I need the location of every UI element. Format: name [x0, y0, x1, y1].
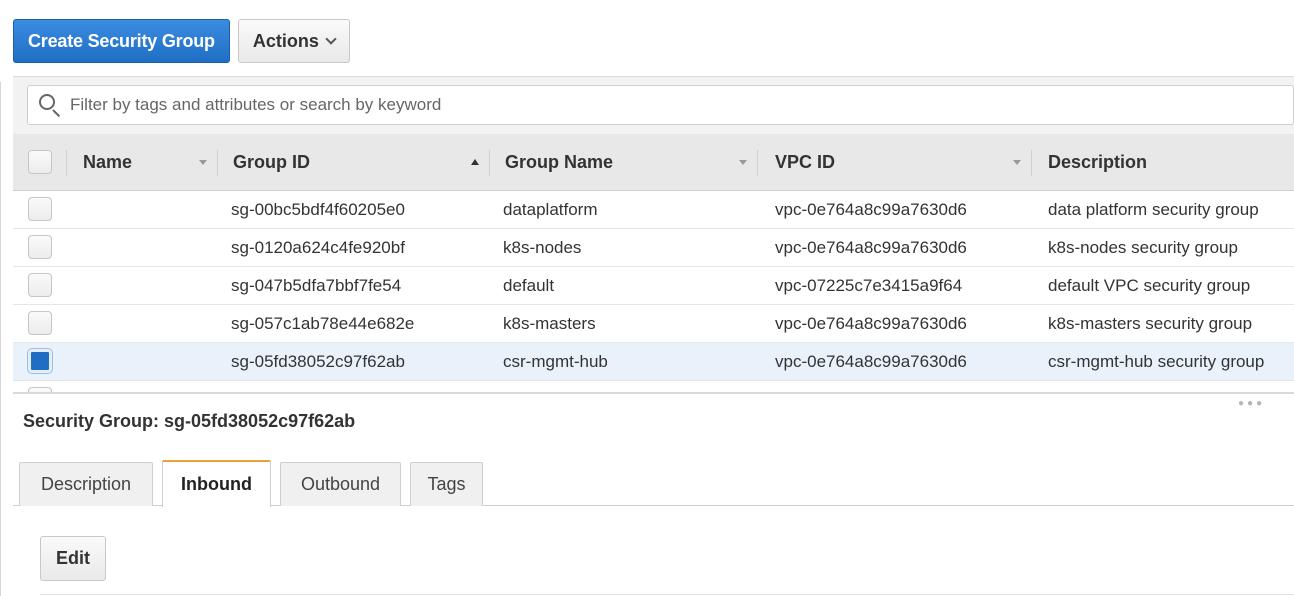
sort-icon[interactable] — [199, 160, 207, 165]
search-input[interactable] — [70, 95, 1270, 115]
cell-vpc-id: vpc-0e764a8c99a7630d6 — [775, 238, 967, 257]
filter-bar — [13, 76, 1294, 134]
row-checkbox[interactable] — [28, 197, 52, 221]
table-row[interactable]: sg-0120a624c4fe920bf k8s-nodes vpc-0e764a8… — [13, 229, 1294, 267]
pane-divider[interactable] — [13, 392, 1294, 394]
row-checkbox[interactable] — [28, 311, 52, 335]
column-header-description[interactable]: Description — [1048, 134, 1147, 191]
edit-button[interactable]: Edit — [40, 536, 106, 581]
cell-group-name: k8s-nodes — [503, 238, 582, 257]
sort-ascending-icon[interactable] — [471, 159, 479, 165]
cell-vpc-id: vpc-0e764a8c99a7630d6 — [775, 352, 967, 371]
cell-description: k8s-masters security group — [1048, 314, 1253, 333]
row-checkbox[interactable] — [28, 349, 52, 373]
cell-group-name: dataplatform — [503, 200, 598, 219]
tab-tags[interactable]: Tags — [410, 462, 483, 506]
left-edge — [0, 82, 1, 596]
cell-vpc-id: vpc-0e764a8c99a7630d6 — [775, 314, 967, 333]
cell-group-id: sg-057c1ab78e44e682e — [231, 314, 415, 333]
tab-inbound[interactable]: Inbound — [162, 460, 271, 507]
divider — [40, 594, 1294, 595]
toolbar: Create Security Group Actions — [13, 19, 350, 64]
tab-description[interactable]: Description — [19, 462, 153, 506]
resize-handle-icon[interactable]: ●●● — [1238, 398, 1265, 409]
cell-group-id: sg-00bc5bdf4f60205e0 — [231, 200, 405, 219]
security-group-title: Security Group: sg-05fd38052c97f62ab — [23, 411, 356, 431]
row-checkbox[interactable] — [28, 273, 52, 297]
cell-group-name: default — [503, 276, 555, 295]
detail-tabs: Description Inbound Outbound Tags — [13, 460, 1294, 507]
row-checkbox[interactable] — [28, 235, 52, 259]
sort-icon[interactable] — [1013, 160, 1021, 165]
cell-group-id: sg-047b5dfa7bbf7fe54 — [231, 276, 402, 295]
column-header-group-name[interactable]: Group Name — [505, 134, 613, 191]
cell-description: default VPC security group — [1048, 276, 1251, 295]
table-row[interactable]: sg-047b5dfa7bbf7fe54 default vpc-07225c7e3… — [13, 267, 1294, 305]
column-header-name[interactable]: Name — [83, 134, 132, 191]
sort-icon[interactable] — [739, 160, 747, 165]
cell-vpc-id: vpc-07225c7e3415a9f64 — [775, 276, 963, 295]
security-groups-table: Name Group ID Group Name VPC ID Descript… — [13, 134, 1294, 393]
cell-group-name: csr-mgmt-hub — [503, 352, 608, 371]
cell-description: k8s-nodes security group — [1048, 238, 1238, 257]
cell-description: data platform security group — [1048, 200, 1259, 219]
table-row[interactable]: sg-00bc5bdf4f60205e0 dataplatform vpc-0e76… — [13, 191, 1294, 229]
select-all-checkbox[interactable] — [28, 150, 52, 174]
column-header-group-id[interactable]: Group ID — [233, 134, 310, 191]
cell-group-name: k8s-masters — [503, 314, 596, 333]
search-icon — [36, 90, 66, 120]
table-row[interactable]: sg-057c1ab78e44e682e k8s-masters vpc-0e764… — [13, 305, 1294, 343]
actions-button[interactable]: Actions — [237, 19, 350, 63]
chevron-down-icon — [325, 32, 337, 45]
table-header: Name Group ID Group Name VPC ID Descript… — [13, 134, 1294, 191]
filter-box — [27, 85, 1294, 125]
create-security-group-button[interactable]: Create Security Group — [13, 19, 230, 63]
cell-group-id: sg-05fd38052c97f62ab — [231, 352, 405, 371]
table-body: sg-00bc5bdf4f60205e0 dataplatform vpc-0e76… — [13, 191, 1294, 381]
actions-label: Actions — [252, 30, 319, 51]
tab-outbound[interactable]: Outbound — [280, 462, 401, 506]
cell-group-id: sg-0120a624c4fe920bf — [231, 238, 405, 257]
column-header-vpc-id[interactable]: VPC ID — [775, 134, 835, 191]
cell-description: csr-mgmt-hub security group — [1048, 352, 1265, 371]
table-row[interactable]: sg-05fd38052c97f62ab csr-mgmt-hub vpc-0e76… — [13, 343, 1294, 381]
cell-vpc-id: vpc-0e764a8c99a7630d6 — [775, 200, 967, 219]
